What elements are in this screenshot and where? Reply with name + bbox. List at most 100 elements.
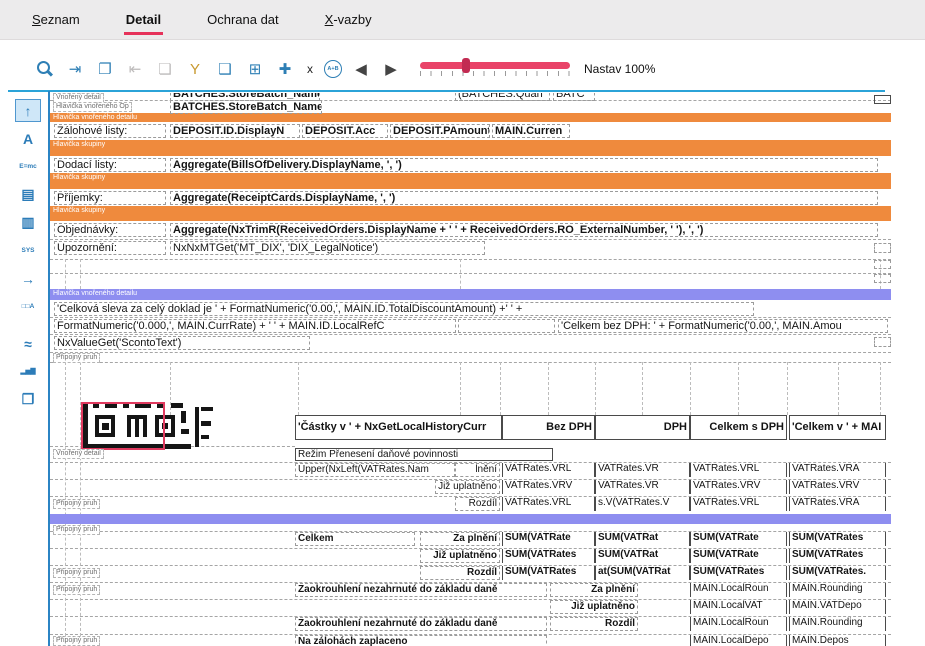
report-field[interactable]: VATRates.VR [595,463,690,477]
report-field[interactable]: MAIN.VATDepo [789,600,886,614]
band-caption[interactable]: Připojný pruh [53,525,100,535]
select-tool[interactable]: ↑ [15,99,41,122]
report-field[interactable]: 'Celkem bez DPH: ' + FormatNumeric('0.00… [558,319,888,333]
move-icon[interactable]: ✚ [274,58,296,80]
report-field[interactable]: VATRates.VRV [789,480,886,494]
report-field[interactable]: Rozdíl [455,497,500,511]
text-tool[interactable]: A [15,127,41,150]
report-field[interactable]: Již uplatněno [550,600,638,614]
prev-page-icon[interactable]: ◀ [350,58,372,80]
report-field[interactable]: SUM(VATRates. [789,566,886,580]
report-field[interactable]: Zaokrouhlení nezahrnuté do základu daně [295,617,547,631]
band-strip[interactable]: Hlavička vnořeného detailu [50,113,891,122]
report-field[interactable]: Již uplatněno [420,549,500,563]
report-field[interactable]: Objednávky: [54,223,166,237]
band-caption[interactable]: Vnořený detail [53,449,104,459]
report-field[interactable] [874,260,891,269]
report-field[interactable] [874,274,891,283]
report-field[interactable]: BATC [553,93,595,101]
report-field[interactable]: Celkem [295,532,415,546]
band-strip[interactable]: Hlavička skupiny [50,140,891,156]
report-field[interactable]: VATRates.VRL [502,463,595,477]
report-field[interactable]: VATRates.VRL [502,497,595,511]
report-field[interactable]: SUM(VATRates [789,549,886,563]
band-strip[interactable]: Hlavička skupiny [50,206,891,221]
page-section-tool[interactable]: ▤ [15,183,41,206]
report-field[interactable]: Zálohové listy: [54,124,166,138]
report-field[interactable]: Rozdíl [420,566,500,580]
wizard-icon[interactable]: Y [184,58,206,80]
report-field[interactable]: 'Celkem v ' + MAI [789,415,886,440]
pages-copy-icon[interactable]: ❐ [94,58,116,80]
report-field[interactable] [874,95,891,104]
page-paste-icon[interactable]: ❏ [154,58,176,80]
data-field-tool[interactable]: □□A [15,295,41,318]
report-field[interactable]: SUM(VATRate [502,532,595,546]
tab-x-vazby[interactable]: X-vazby [325,11,372,28]
report-field[interactable] [874,337,891,347]
report-field[interactable]: Upper(NxLeft(VATRates.Nam [295,463,455,477]
pages-icon[interactable]: ❑ [214,58,236,80]
report-field[interactable]: DEPOSIT.PAmount [390,124,490,138]
report-field[interactable]: VATRates.VRV [502,480,595,494]
report-field[interactable]: (BATCHES.Quan [455,93,550,101]
report-field[interactable]: 'Částky v ' + NxGetLocalHistoryCurr [295,415,502,440]
report-field[interactable]: FormatNumeric('0.000,', MAIN.CurrRate) +… [54,319,456,333]
report-field[interactable]: Aggregate(ReceiptCards.DisplayName, ', '… [170,191,878,205]
report-field[interactable]: SUM(VATRat [595,532,690,546]
design-canvas[interactable]: Hlavička vnořeného detailu Hlavička skupi… [50,93,925,646]
band-caption[interactable]: Připojný pruh [53,499,100,509]
report-field[interactable]: MAIN.LocalDepo [690,635,787,646]
zoom-slider[interactable] [420,62,570,76]
report-field[interactable]: DPH [595,415,690,440]
chart-tool[interactable]: ▂▅▇ [15,360,41,383]
report-field[interactable]: MAIN.Rounding [789,583,886,597]
report-field[interactable]: Aggregate(BillsOfDelivery.DisplayName, '… [170,158,878,172]
band-caption[interactable]: Připojný pruh [53,568,100,578]
band-caption[interactable]: Připojný pruh [53,353,100,363]
tab-seznam[interactable]: Seznam [32,11,80,28]
report-field[interactable]: SUM(VATRates [690,566,787,580]
band-caption[interactable]: Připojný pruh [53,585,100,595]
report-field[interactable]: VATRates.VRL [690,463,787,477]
report-field[interactable]: NxValueGet('ScontoText') [54,336,310,350]
report-field[interactable]: VATRates.VRA [789,497,886,511]
formula-tool[interactable]: E=mc [15,155,41,178]
report-field[interactable]: VATRates.VRV [690,480,787,494]
report-field[interactable]: Dodací listy: [54,158,166,172]
grid-icon[interactable]: ⊞ [244,58,266,80]
tab-ochrana-dat[interactable]: Ochrana dat [207,11,279,28]
report-field[interactable]: Režim Přenesení daňové povinnosti [295,448,553,461]
report-field[interactable]: MAIN.Depos [789,635,886,646]
report-field[interactable]: Již uplatněno [435,480,500,494]
report-field[interactable]: Za plnění [550,583,638,597]
pages-copy-tool[interactable]: ❐ [15,388,41,411]
band-caption[interactable]: Hlavička vnořeného Op [53,102,132,112]
report-field[interactable]: SUM(VATRates [502,549,595,563]
qr-code-object[interactable] [83,403,217,450]
report-field[interactable]: MAIN.Rounding [789,617,886,631]
band-caption[interactable]: Připojný pruh [53,636,100,646]
wave-tool[interactable]: ≈ [15,332,41,355]
page-back-icon[interactable]: ⇤ [124,58,146,80]
band-strip[interactable]: Hlavička skupiny [50,173,891,189]
report-field[interactable]: SUM(VATRate [690,549,787,563]
report-field[interactable]: DEPOSIT.Acc [302,124,388,138]
band-strip[interactable] [50,514,891,524]
report-field[interactable]: SUM(VATRat [595,549,690,563]
page-section-alt-tool[interactable]: ▥ [15,211,41,234]
report-field[interactable]: DEPOSIT.ID.DisplayN [170,124,300,138]
tab-detail[interactable]: Detail [126,11,161,28]
report-field[interactable]: at(SUM(VATRat [595,566,690,580]
report-field[interactable]: Za plnění [420,532,500,546]
band-strip[interactable]: Hlavička vnořeného detailu [50,289,891,300]
report-field[interactable]: Na zálohách zaplaceno [295,635,547,646]
preview-zoom-icon[interactable] [34,58,56,80]
sys-tool[interactable]: SYS [15,239,41,262]
report-field[interactable]: 'Celková sleva za celý doklad je ' + For… [54,302,754,316]
report-field[interactable]: SUM(VATRates [789,532,886,546]
report-field[interactable]: MAIN.Curren [492,124,570,138]
report-field[interactable]: Příjemky: [54,191,166,205]
scale-ab-icon[interactable]: A+B [324,60,342,78]
report-field[interactable]: lnění [455,463,500,477]
